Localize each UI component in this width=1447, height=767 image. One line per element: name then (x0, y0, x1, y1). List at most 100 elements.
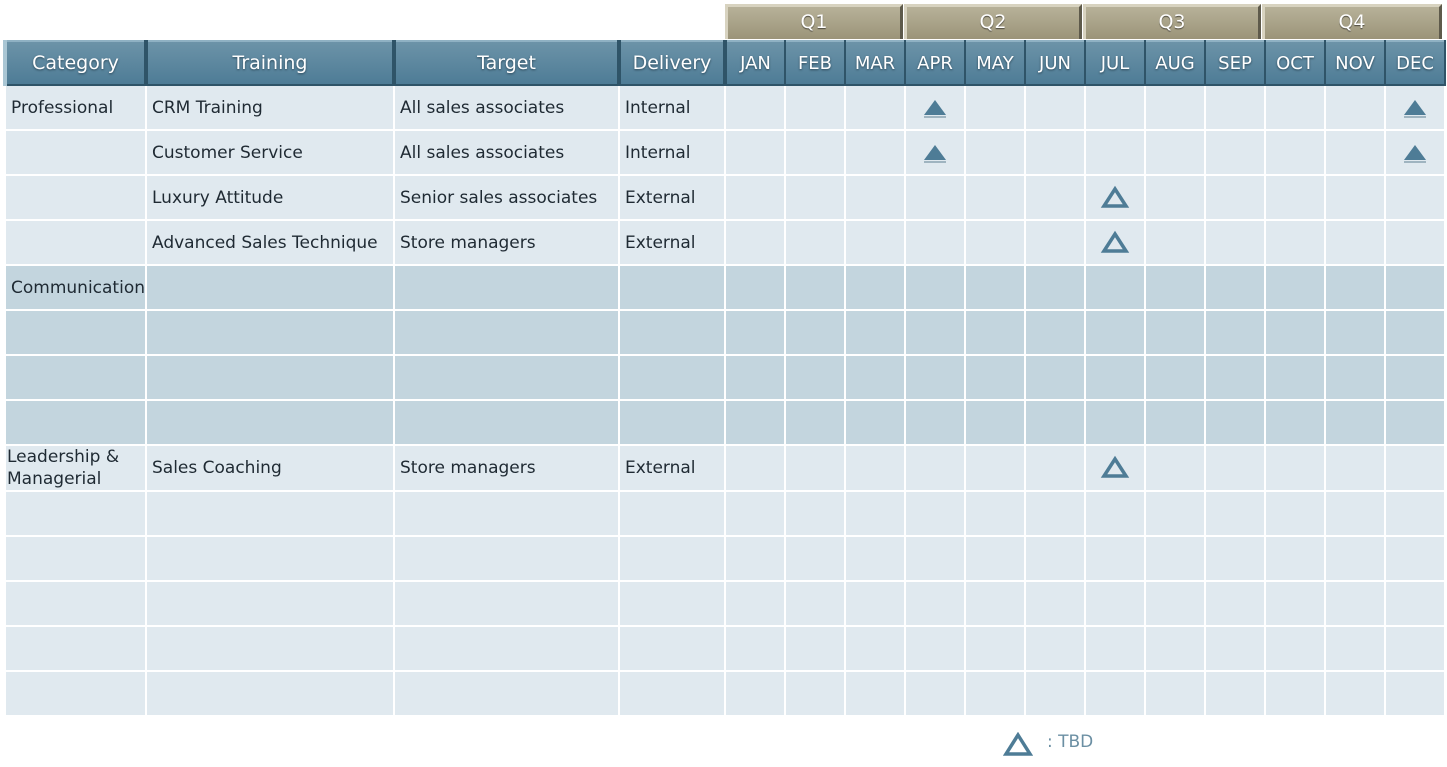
cell-month-jun (1024, 309, 1086, 356)
cell-month-oct (1264, 354, 1326, 401)
tbd-triangle-outline-icon (1100, 230, 1130, 253)
cell-month-may (964, 174, 1026, 221)
cell-month-mar (844, 670, 906, 717)
cell-category: Leadership & Managerial (4, 444, 147, 492)
cell-month-nov (1324, 129, 1386, 176)
cell-month-dec (1384, 309, 1446, 356)
cell-month-may (964, 399, 1026, 446)
cell-month-jun (1024, 670, 1086, 717)
cell-month-feb (784, 399, 846, 446)
cell-month-sep (1204, 264, 1266, 311)
cell-month-jun (1024, 535, 1086, 582)
cell-month-may (964, 309, 1026, 356)
cell-month-feb (784, 129, 846, 176)
cell-month-jan (724, 580, 786, 627)
cell-month-oct (1264, 535, 1326, 582)
cell-month-dec (1384, 129, 1446, 176)
cell-month-jul (1084, 535, 1146, 582)
cell-month-mar (844, 309, 906, 356)
cell-training (145, 670, 395, 717)
cell-month-dec (1384, 490, 1446, 537)
cell-month-feb (784, 535, 846, 582)
table-row: Luxury Attitude Senior sales associates Ex… (4, 174, 1446, 221)
table-row (4, 625, 1446, 672)
cell-month-aug (1144, 309, 1206, 356)
cell-category (4, 399, 147, 446)
cell-month-sep (1204, 625, 1266, 672)
cell-training: Customer Service (145, 129, 395, 176)
cell-month-jun (1024, 490, 1086, 537)
cell-month-may (964, 625, 1026, 672)
cell-month-jan (724, 625, 786, 672)
header-month-jul: JUL (1084, 40, 1146, 86)
quarter-header-q1: Q1 (725, 4, 903, 39)
cell-month-jul (1084, 444, 1146, 492)
cell-month-apr (904, 264, 966, 311)
header-training: Training (144, 40, 396, 86)
cell-month-jul (1084, 580, 1146, 627)
cell-month-may (964, 84, 1026, 131)
cell-target (393, 535, 620, 582)
cell-month-feb (784, 309, 846, 356)
cell-month-jan (724, 444, 786, 492)
legend-label: : TBD (1047, 732, 1094, 752)
header-month-apr: APR (904, 40, 966, 86)
cell-month-feb (784, 219, 846, 266)
cell-month-jul (1084, 399, 1146, 446)
cell-month-dec (1384, 535, 1446, 582)
cell-month-sep (1204, 84, 1266, 131)
table-row (4, 354, 1446, 401)
cell-delivery (618, 670, 726, 717)
cell-month-aug (1144, 444, 1206, 492)
cell-month-mar (844, 84, 906, 131)
cell-month-aug (1144, 399, 1206, 446)
cell-month-aug (1144, 670, 1206, 717)
cell-delivery (618, 625, 726, 672)
quarter-header-q4: Q4 (1262, 4, 1442, 39)
cell-month-aug (1144, 264, 1206, 311)
cell-month-apr (904, 129, 966, 176)
cell-month-may (964, 354, 1026, 401)
table-row: Customer Service All sales associates Inte… (4, 129, 1446, 176)
cell-training (145, 399, 395, 446)
cell-delivery (618, 309, 726, 356)
cell-category (4, 535, 147, 582)
cell-month-may (964, 129, 1026, 176)
cell-month-jul (1084, 84, 1146, 131)
quarter-header-row: Q1 Q2 Q3 Q4 (0, 0, 1447, 40)
cell-month-jun (1024, 354, 1086, 401)
cell-month-aug (1144, 580, 1206, 627)
cell-month-sep (1204, 670, 1266, 717)
cell-month-jan (724, 670, 786, 717)
cell-month-jun (1024, 399, 1086, 446)
cell-month-jun (1024, 174, 1086, 221)
cell-month-may (964, 670, 1026, 717)
cell-month-jul (1084, 625, 1146, 672)
scheduled-triangle-icon (924, 144, 946, 163)
header-delivery: Delivery (617, 40, 727, 86)
cell-month-oct (1264, 490, 1326, 537)
cell-training (145, 264, 395, 311)
cell-month-dec (1384, 670, 1446, 717)
scheduled-triangle-icon (1404, 144, 1426, 163)
cell-month-jun (1024, 129, 1086, 176)
cell-month-jan (724, 264, 786, 311)
column-header-row: Category Training Target Delivery JAN FEB… (3, 40, 1446, 86)
cell-month-apr (904, 399, 966, 446)
cell-training (145, 625, 395, 672)
cell-month-dec (1384, 580, 1446, 627)
quarter-header-q3: Q3 (1083, 4, 1261, 39)
header-month-nov: NOV (1324, 40, 1386, 86)
table-row: Advanced Sales Technique Store managers Ex… (4, 219, 1446, 266)
cell-month-jul (1084, 309, 1146, 356)
cell-target (393, 399, 620, 446)
cell-month-sep (1204, 580, 1266, 627)
cell-category (4, 580, 147, 627)
cell-month-may (964, 264, 1026, 311)
cell-training: Luxury Attitude (145, 174, 395, 221)
cell-month-apr (904, 670, 966, 717)
cell-month-may (964, 535, 1026, 582)
cell-month-nov (1324, 219, 1386, 266)
tbd-triangle-outline-icon (1100, 455, 1130, 478)
cell-month-sep (1204, 444, 1266, 492)
